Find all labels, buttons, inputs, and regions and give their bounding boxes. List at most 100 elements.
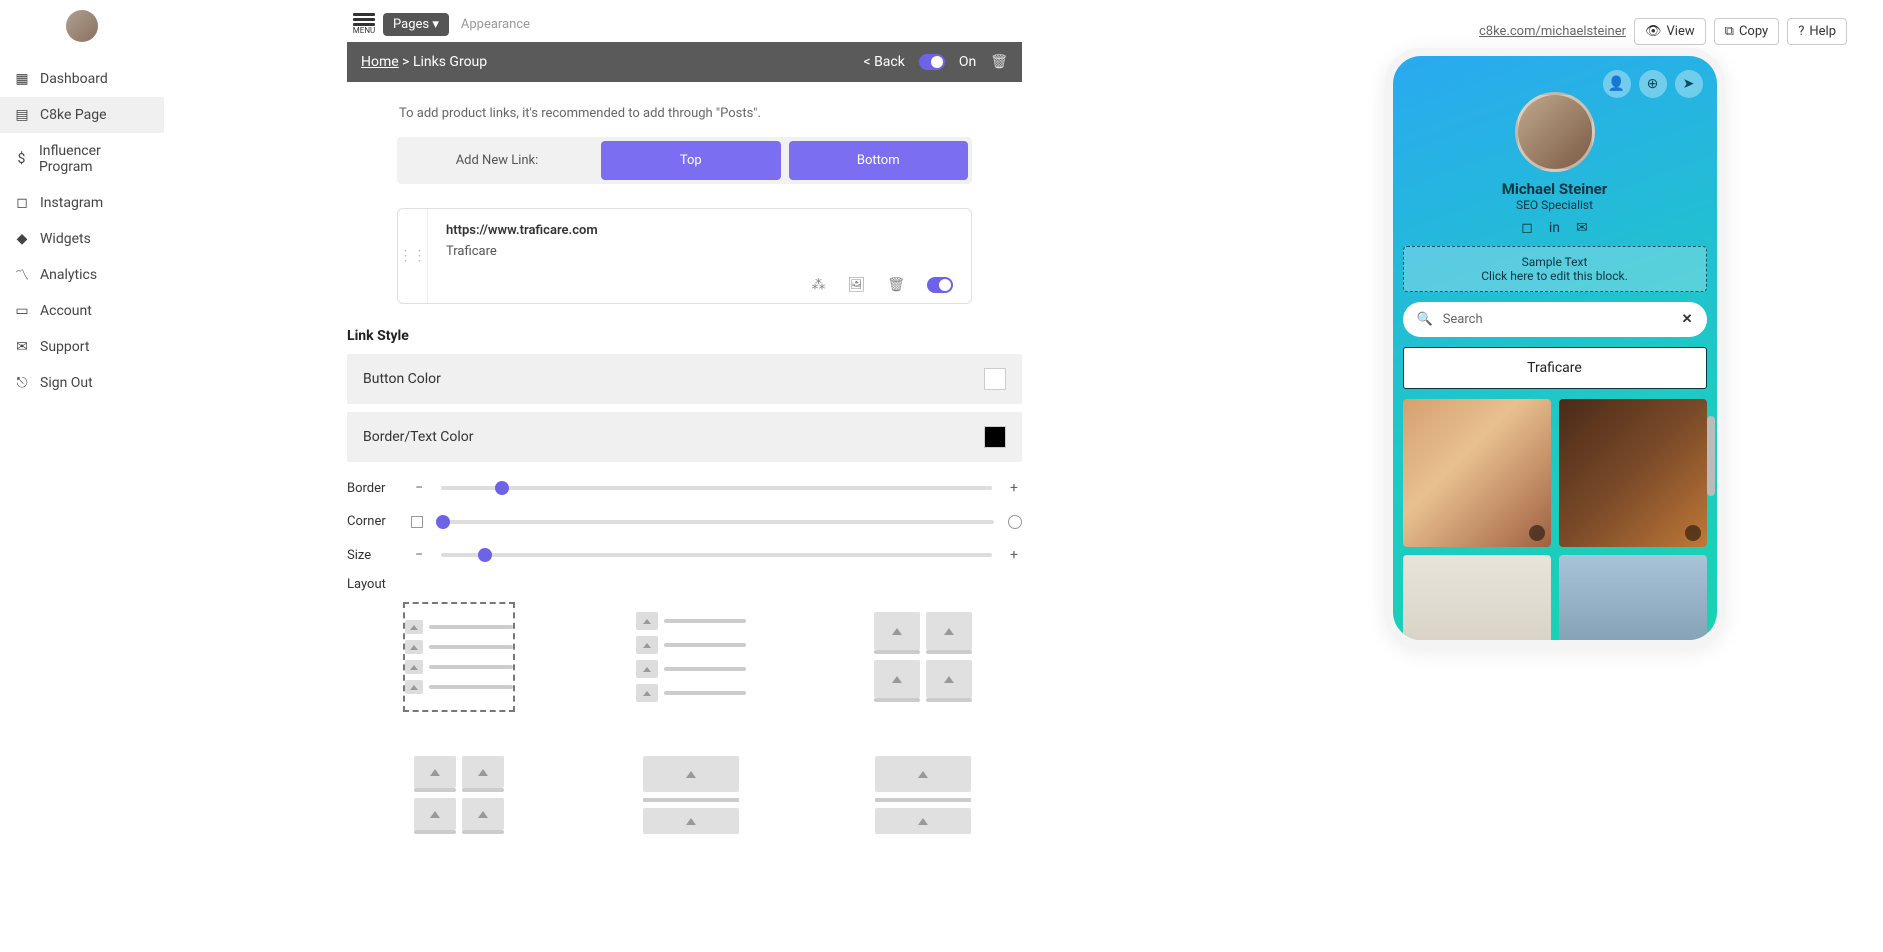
tip-text: To add product links, it's recommended t… bbox=[347, 102, 1022, 137]
border-minus[interactable]: − bbox=[411, 480, 427, 496]
nav-label: Sign Out bbox=[40, 375, 93, 391]
trash-icon[interactable]: 🗑 bbox=[887, 277, 905, 293]
social-row: ◻ in ✉ bbox=[1393, 220, 1717, 236]
button-color-swatch[interactable] bbox=[984, 368, 1006, 390]
image-icon[interactable]: 🖼 bbox=[847, 277, 865, 293]
add-icon[interactable]: ⊕ bbox=[1639, 70, 1667, 98]
link-enabled-toggle[interactable] bbox=[927, 277, 953, 293]
nav-dashboard[interactable]: ▦ Dashboard bbox=[0, 61, 164, 97]
eye-icon: 👁 bbox=[1645, 24, 1662, 39]
link-title[interactable]: Traficare bbox=[446, 244, 953, 259]
email-social-icon[interactable]: ✉ bbox=[1576, 220, 1588, 236]
nav-account[interactable]: ▭ Account bbox=[0, 293, 164, 329]
layout-option-grid-2x2[interactable] bbox=[867, 602, 979, 712]
add-top-button[interactable]: Top bbox=[601, 141, 781, 180]
translate-icon[interactable]: ⁂ bbox=[811, 277, 825, 293]
search-icon: 🔍 bbox=[1417, 312, 1433, 327]
nav-label: Influencer Program bbox=[39, 143, 150, 175]
border-plus[interactable]: + bbox=[1006, 480, 1022, 496]
delete-group-icon[interactable]: 🗑 bbox=[990, 54, 1008, 70]
border-text-color-swatch[interactable] bbox=[984, 426, 1006, 448]
phone-inner: 👤 ⊕ ➤ Michael Steiner SEO Specialist ◻ i… bbox=[1393, 56, 1717, 640]
corner-slider-row: Corner bbox=[347, 514, 1022, 529]
sidebar: ▦ Dashboard ▤ C8ke Page $ Influencer Pro… bbox=[0, 0, 164, 952]
share-icon[interactable]: ➤ bbox=[1675, 70, 1703, 98]
back-link[interactable]: < Back bbox=[863, 54, 904, 70]
search-input[interactable]: 🔍 Search ✕ bbox=[1403, 302, 1707, 337]
page-icon: ▤ bbox=[14, 107, 30, 123]
preview-url[interactable]: c8ke.com/michaelsteiner bbox=[1479, 24, 1626, 39]
traficare-link-button[interactable]: Traficare bbox=[1403, 347, 1707, 389]
mail-icon: ✉ bbox=[14, 339, 30, 355]
profile-picture[interactable] bbox=[1515, 92, 1595, 172]
account-icon: ▭ bbox=[14, 303, 30, 319]
size-plus[interactable]: + bbox=[1006, 547, 1022, 563]
size-slider[interactable] bbox=[441, 553, 992, 557]
post-thumbnail[interactable] bbox=[1559, 399, 1707, 547]
corner-label: Corner bbox=[347, 514, 397, 529]
nav-c8ke-page[interactable]: ▤ C8ke Page bbox=[0, 97, 164, 133]
size-minus[interactable]: − bbox=[411, 547, 427, 563]
breadcrumb-bar: Home > Links Group < Back On 🗑 bbox=[347, 42, 1022, 82]
layout-option-grid-2x2-small[interactable] bbox=[403, 740, 515, 850]
layout-option-single-large[interactable] bbox=[635, 740, 747, 850]
layout-option-single-wide[interactable] bbox=[867, 740, 979, 850]
link-badge-icon bbox=[1529, 525, 1545, 541]
nav-label: Support bbox=[40, 339, 89, 355]
clear-search-icon[interactable]: ✕ bbox=[1682, 312, 1693, 327]
corner-round-icon[interactable] bbox=[1008, 515, 1022, 529]
size-slider-row: Size − + bbox=[347, 547, 1022, 563]
preview-scrollbar[interactable] bbox=[1707, 416, 1715, 496]
border-text-color-label: Border/Text Color bbox=[363, 429, 474, 445]
tab-pages[interactable]: Pages ▾ bbox=[383, 13, 449, 36]
analytics-icon: 〽 bbox=[14, 267, 30, 283]
nav-instagram[interactable]: ◻ Instagram bbox=[0, 185, 164, 221]
layout-option-list-thumb[interactable] bbox=[635, 602, 747, 712]
help-button[interactable]: ?Help bbox=[1787, 18, 1847, 45]
nav-influencer-program[interactable]: $ Influencer Program bbox=[0, 133, 164, 185]
top-tabs: MENU Pages ▾ Appearance bbox=[164, 10, 1022, 42]
nav-analytics[interactable]: 〽 Analytics bbox=[0, 257, 164, 293]
nav-label: Instagram bbox=[40, 195, 103, 211]
breadcrumb-home[interactable]: Home bbox=[361, 54, 399, 70]
nav-support[interactable]: ✉ Support bbox=[0, 329, 164, 365]
border-label: Border bbox=[347, 481, 397, 496]
search-placeholder: Search bbox=[1443, 312, 1483, 327]
size-label: Size bbox=[347, 548, 397, 563]
link-url[interactable]: https://www.traficare.com bbox=[446, 223, 953, 238]
profile-subtitle: SEO Specialist bbox=[1393, 198, 1717, 212]
menu-button[interactable]: MENU bbox=[347, 10, 381, 38]
copy-button[interactable]: ⧉Copy bbox=[1714, 18, 1780, 45]
corner-slider[interactable] bbox=[437, 520, 994, 524]
help-icon: ? bbox=[1798, 24, 1804, 39]
nav-label: Account bbox=[40, 303, 92, 319]
nav-label: Dashboard bbox=[40, 71, 108, 87]
linkedin-social-icon[interactable]: in bbox=[1549, 220, 1560, 236]
post-thumbnail[interactable] bbox=[1403, 555, 1551, 640]
diamond-icon: ◆ bbox=[14, 231, 30, 247]
editor-body: To add product links, it's recommended t… bbox=[347, 82, 1022, 890]
post-thumbnail[interactable] bbox=[1403, 399, 1551, 547]
nav-sign-out[interactable]: ⎋ Sign Out bbox=[0, 365, 164, 401]
phone-top-icons: 👤 ⊕ ➤ bbox=[1603, 70, 1703, 98]
dashboard-icon: ▦ bbox=[14, 71, 30, 87]
sample-text-block[interactable]: Sample Text Click here to edit this bloc… bbox=[1403, 246, 1707, 292]
post-thumbnail[interactable] bbox=[1559, 555, 1707, 640]
add-bottom-button[interactable]: Bottom bbox=[789, 141, 969, 180]
drag-handle[interactable]: ⋮⋮ bbox=[398, 209, 428, 303]
layout-label: Layout bbox=[347, 577, 1022, 592]
border-slider[interactable] bbox=[441, 486, 992, 490]
phone-preview: 👤 ⊕ ➤ Michael Steiner SEO Specialist ◻ i… bbox=[1385, 48, 1725, 648]
border-text-color-row: Border/Text Color bbox=[347, 412, 1022, 462]
layout-option-list[interactable] bbox=[403, 602, 515, 712]
user-avatar[interactable] bbox=[66, 10, 98, 42]
corner-square-icon[interactable] bbox=[411, 516, 423, 528]
nav-widgets[interactable]: ◆ Widgets bbox=[0, 221, 164, 257]
profile-icon[interactable]: 👤 bbox=[1603, 70, 1631, 98]
view-button[interactable]: 👁View bbox=[1634, 18, 1706, 45]
link-style-heading: Link Style bbox=[347, 328, 1022, 344]
tab-appearance[interactable]: Appearance bbox=[451, 13, 540, 36]
profile-name: Michael Steiner bbox=[1393, 180, 1717, 198]
group-enabled-toggle[interactable] bbox=[919, 54, 945, 70]
instagram-social-icon[interactable]: ◻ bbox=[1521, 220, 1533, 236]
